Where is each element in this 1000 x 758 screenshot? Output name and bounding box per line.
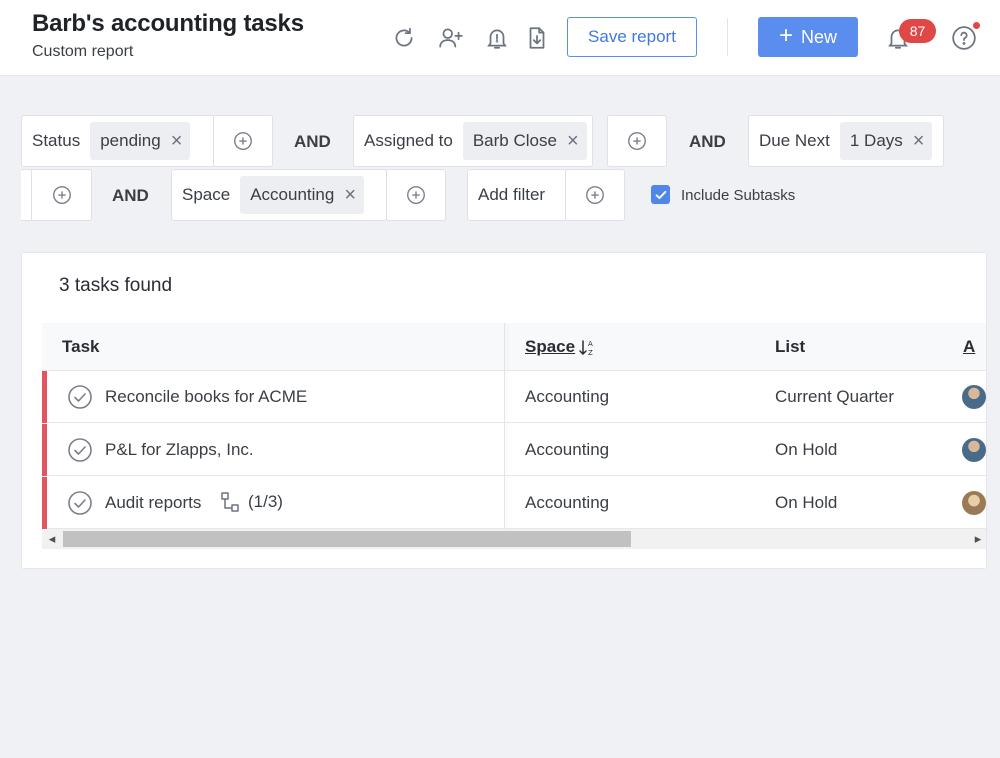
filter-due-label: Due Next [759, 131, 830, 150]
notification-count-badge: 87 [899, 19, 936, 43]
subtasks-count: (1/3) [248, 492, 283, 511]
add-condition-due-button[interactable] [21, 169, 92, 221]
filter-due-value: 1 Days [849, 131, 903, 150]
help-alert-dot [973, 22, 980, 29]
refresh-icon[interactable] [390, 24, 418, 52]
new-button-label: New [801, 26, 838, 47]
filter-assigned[interactable]: Assigned to Barb Close × [353, 115, 593, 167]
task-space: Accounting [525, 493, 610, 512]
scroll-left-arrow-icon[interactable]: ◂ [42, 529, 62, 549]
and-operator: AND [689, 132, 726, 151]
subtasks-icon [221, 492, 239, 512]
task-name[interactable]: Audit reports [105, 493, 201, 513]
row-marker [42, 371, 47, 423]
remove-status-icon[interactable]: × [171, 131, 183, 151]
scroll-right-arrow-icon[interactable]: ▸ [968, 529, 986, 549]
save-report-button[interactable]: Save report [567, 17, 697, 57]
export-document-icon[interactable] [523, 24, 551, 52]
alarm-bell-icon[interactable] [483, 24, 511, 52]
include-subtasks-label: Include Subtasks [681, 187, 796, 204]
add-condition-assigned-button[interactable] [607, 115, 667, 167]
add-condition-space-button[interactable] [386, 169, 446, 221]
filter-assigned-value: Barb Close [472, 131, 557, 150]
results-table: Task Space AZ List A Reconcile books for… [42, 323, 986, 529]
plus-icon: + [778, 22, 793, 49]
divider [31, 170, 32, 220]
task-name[interactable]: P&L for Zlapps, Inc. [105, 440, 254, 460]
add-filter-box[interactable]: Add filter [467, 169, 567, 221]
filter-space-chip[interactable]: Accounting × [240, 176, 365, 214]
frozen-column-edge [504, 323, 505, 529]
column-header-space-label: Space [525, 337, 576, 356]
filter-assigned-chip[interactable]: Barb Close × [462, 122, 587, 160]
complete-task-icon[interactable] [67, 384, 93, 410]
row-marker [42, 477, 47, 529]
table-header: Task Space AZ List A [42, 323, 986, 371]
results-card: 3 tasks found Task Space AZ List A Recon… [21, 252, 987, 569]
filter-status-label: Status [32, 131, 81, 150]
filter-status[interactable]: Status pending × [21, 115, 215, 167]
filter-space[interactable]: Space Accounting × [171, 169, 387, 221]
table-row[interactable]: P&L for Zlapps, Inc. Accounting On Hold [42, 424, 986, 476]
filter-due-chip[interactable]: 1 Days × [839, 122, 933, 160]
column-header-task[interactable]: Task [62, 337, 100, 357]
page-title: Barb's accounting tasks [32, 10, 304, 37]
remove-space-icon[interactable]: × [344, 185, 356, 205]
subtasks-indicator[interactable]: (1/3) [220, 491, 283, 513]
horizontal-scrollbar[interactable]: ◂ ▸ [42, 529, 986, 549]
checkmark-icon [655, 190, 666, 199]
assignee-avatar[interactable] [962, 491, 986, 515]
and-operator: AND [112, 186, 149, 205]
new-button[interactable]: + New [758, 17, 858, 57]
filter-status-value: pending [100, 131, 161, 150]
filter-space-label: Space [182, 185, 231, 204]
row-marker [42, 424, 47, 476]
filter-status-chip[interactable]: pending × [90, 122, 191, 160]
filter-space-value: Accounting [250, 185, 335, 204]
circle-plus-icon [407, 186, 425, 204]
include-subtasks-checkbox[interactable] [651, 185, 670, 204]
circle-plus-icon [586, 186, 604, 204]
add-filter-label: Add filter [478, 185, 546, 204]
results-summary: 3 tasks found [59, 275, 173, 296]
add-filter-button[interactable] [565, 169, 625, 221]
column-header-list[interactable]: List [775, 337, 805, 357]
task-list: Current Quarter [775, 387, 895, 406]
assignee-avatar[interactable] [962, 385, 986, 409]
filter-due[interactable]: Due Next 1 Days × [748, 115, 944, 167]
svg-text:Z: Z [588, 349, 593, 357]
add-user-icon[interactable] [437, 24, 465, 52]
add-condition-status-button[interactable] [213, 115, 273, 167]
column-header-space[interactable]: Space [525, 337, 575, 357]
scrollbar-thumb[interactable] [63, 531, 631, 547]
svg-text:A: A [588, 340, 593, 348]
remove-assigned-icon[interactable]: × [567, 131, 579, 151]
assignee-avatar[interactable] [962, 438, 986, 462]
remove-due-icon[interactable]: × [913, 131, 925, 151]
filter-assigned-label: Assigned to [364, 131, 453, 150]
complete-task-icon[interactable] [67, 437, 93, 463]
column-header-assignee[interactable]: A [963, 337, 975, 357]
page-header: Barb's accounting tasks Custom report Sa… [0, 0, 1000, 76]
and-operator: AND [294, 132, 331, 151]
complete-task-icon[interactable] [67, 490, 93, 516]
task-list: On Hold [775, 440, 838, 459]
circle-plus-icon [53, 186, 71, 204]
circle-plus-icon [628, 132, 646, 150]
task-space: Accounting [525, 387, 610, 406]
task-list: On Hold [775, 493, 838, 512]
sort-ascending-icon[interactable]: AZ [578, 338, 596, 358]
table-row[interactable]: Reconcile books for ACME Accounting Curr… [42, 371, 986, 423]
page-subtitle: Custom report [32, 43, 134, 60]
circle-plus-icon [234, 132, 252, 150]
header-divider [727, 18, 728, 56]
task-name[interactable]: Reconcile books for ACME [105, 387, 307, 407]
table-row[interactable]: Audit reports (1/3) Accounting On Hold [42, 477, 986, 529]
task-space: Accounting [525, 440, 610, 459]
